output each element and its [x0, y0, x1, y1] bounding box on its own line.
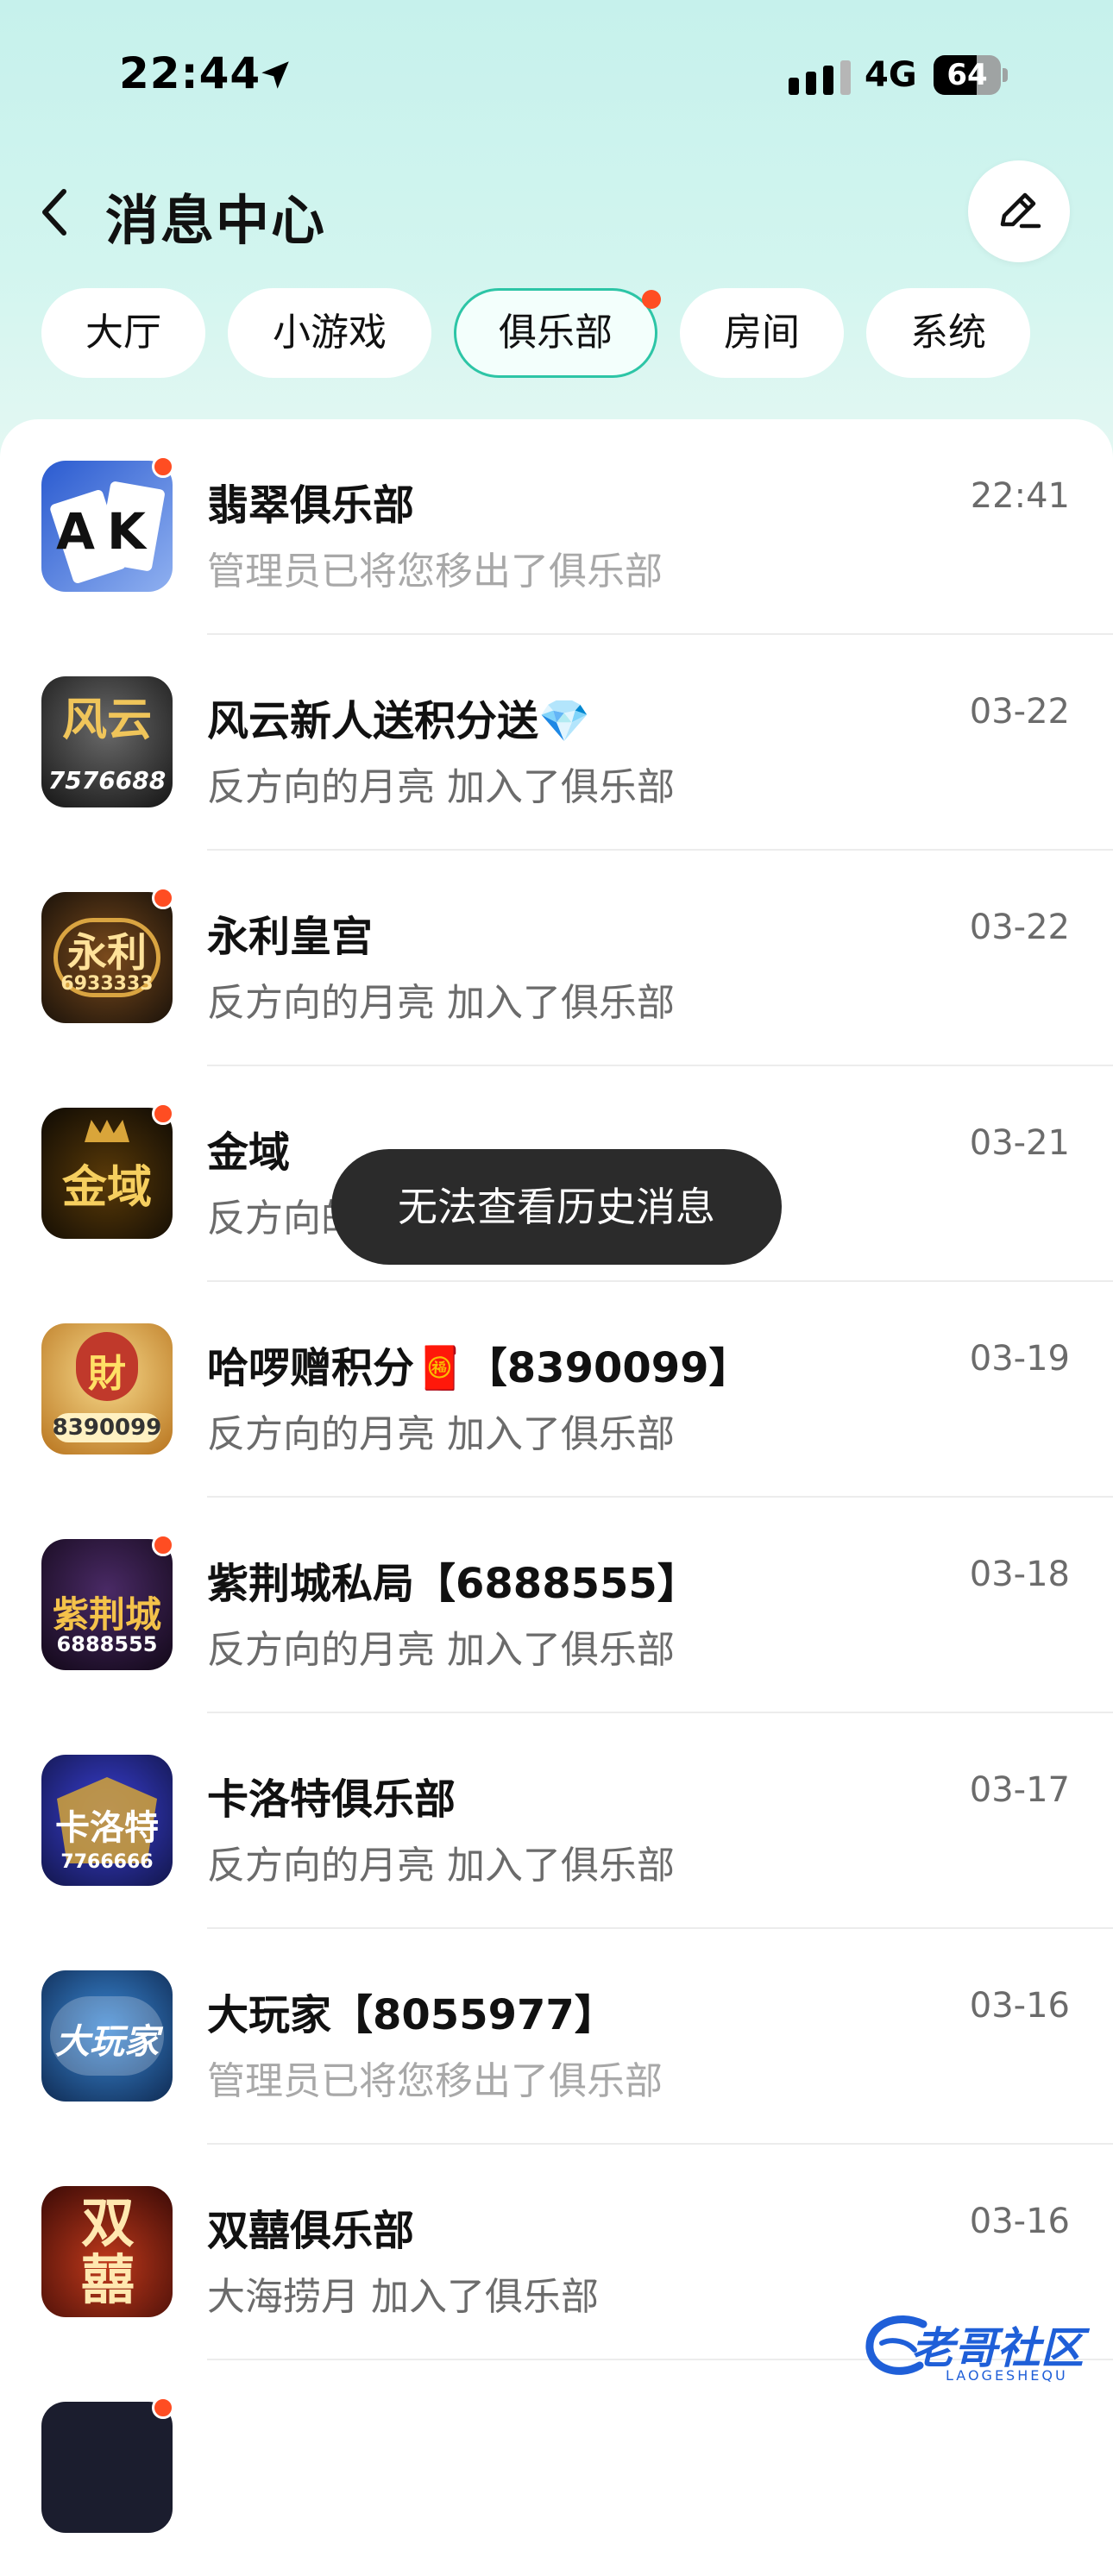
network-label: 4G [865, 55, 917, 95]
club-name: 紫荆城私局【6888555】 [207, 1560, 699, 1608]
avatar: 双囍 [41, 2186, 173, 2317]
avatar: 財 8390099 [41, 1323, 173, 1454]
watermark-logo: 老哥社区 LAOGESHEQU [863, 2309, 1101, 2391]
avatar: AK [41, 461, 173, 592]
battery-indicator: 64 [934, 55, 1008, 95]
message-preview: 反方向的月亮 加入了俱乐部 [207, 765, 675, 809]
list-item[interactable]: 风云 7576688 风云新人送积分送💎 反方向的月亮 加入了俱乐部 03-22 [0, 635, 1113, 851]
list-item[interactable]: 卡洛特 7766666 卡洛特俱乐部 反方向的月亮 加入了俱乐部 03-17 [0, 1713, 1113, 1929]
message-preview: 管理员已将您移出了俱乐部 [207, 2059, 663, 2103]
club-name: 双囍俱乐部 [207, 2207, 415, 2255]
unread-dot [152, 1534, 174, 1556]
message-time: 03-21 [969, 1123, 1070, 1163]
message-preview: 反方向的月亮 加入了俱乐部 [207, 1844, 675, 1888]
battery-level: 64 [946, 58, 988, 92]
avatar [41, 2402, 173, 2533]
club-name: 永利皇宫 [207, 913, 374, 961]
club-name: 卡洛特俱乐部 [207, 1775, 456, 1824]
edit-button[interactable] [968, 160, 1070, 262]
message-time: 03-19 [969, 1339, 1070, 1379]
club-name: 风云新人送积分送💎 [207, 697, 590, 745]
message-time: 03-16 [969, 2202, 1070, 2241]
message-time: 22:41 [970, 476, 1070, 516]
message-time: 03-17 [969, 1770, 1070, 1810]
status-time: 22:44 [119, 48, 261, 98]
back-icon[interactable] [35, 185, 76, 240]
page-title: 消息中心 [105, 189, 327, 252]
message-time: 03-18 [969, 1555, 1070, 1594]
message-time: 03-22 [969, 692, 1070, 732]
list-item[interactable]: 永利 6933333 永利皇宫 反方向的月亮 加入了俱乐部 03-22 [0, 851, 1113, 1066]
avatar: 大玩家 [41, 1970, 173, 2102]
location-arrow-icon [261, 61, 289, 89]
message-preview: 反方向的月亮 加入了俱乐部 [207, 1628, 675, 1672]
avatar: 金域 [41, 1108, 173, 1239]
tab-club[interactable]: 俱乐部 [454, 288, 657, 378]
list-item[interactable]: AK 翡翠俱乐部 管理员已将您移出了俱乐部 22:41 [0, 419, 1113, 635]
unread-dot [152, 887, 174, 909]
unread-dot [152, 456, 174, 478]
tab-club-unread-dot [642, 290, 661, 309]
avatar: 卡洛特 7766666 [41, 1755, 173, 1886]
message-preview: 反方向的月亮 加入了俱乐部 [207, 1412, 675, 1456]
club-name: 大玩家【8055977】 [207, 1991, 616, 2039]
list-item[interactable]: 紫荆城 6888555 紫荆城私局【6888555】 反方向的月亮 加入了俱乐部… [0, 1498, 1113, 1713]
club-name: 翡翠俱乐部 [207, 481, 415, 530]
message-time: 03-22 [969, 908, 1070, 947]
club-name: 哈啰赠积分🧧【8390099】 [207, 1344, 751, 1392]
tab-room[interactable]: 房间 [680, 288, 844, 378]
message-list: AK 翡翠俱乐部 管理员已将您移出了俱乐部 22:41 风云 7576688 风… [0, 419, 1113, 2533]
unread-dot [152, 2397, 174, 2419]
tab-mini-games[interactable]: 小游戏 [228, 288, 431, 378]
tab-system[interactable]: 系统 [866, 288, 1030, 378]
club-name: 金域 [207, 1128, 291, 1177]
message-time: 03-16 [969, 1986, 1070, 2026]
list-item[interactable]: 大玩家 大玩家【8055977】 管理员已将您移出了俱乐部 03-16 [0, 1929, 1113, 2145]
list-item[interactable] [0, 2360, 1113, 2576]
tab-lobby[interactable]: 大厅 [41, 288, 205, 378]
message-preview: 大海捞月 加入了俱乐部 [207, 2275, 599, 2319]
avatar: 紫荆城 6888555 [41, 1539, 173, 1670]
toast: 无法查看历史消息 [331, 1149, 782, 1265]
message-preview: 管理员已将您移出了俱乐部 [207, 550, 663, 594]
avatar: 永利 6933333 [41, 892, 173, 1023]
signal-icon [789, 60, 851, 95]
unread-dot [152, 1103, 174, 1125]
edit-icon [1000, 192, 1041, 229]
list-item[interactable]: 財 8390099 哈啰赠积分🧧【8390099】 反方向的月亮 加入了俱乐部 … [0, 1282, 1113, 1498]
avatar: 风云 7576688 [41, 676, 173, 807]
message-preview: 反方向的月亮 加入了俱乐部 [207, 981, 675, 1025]
